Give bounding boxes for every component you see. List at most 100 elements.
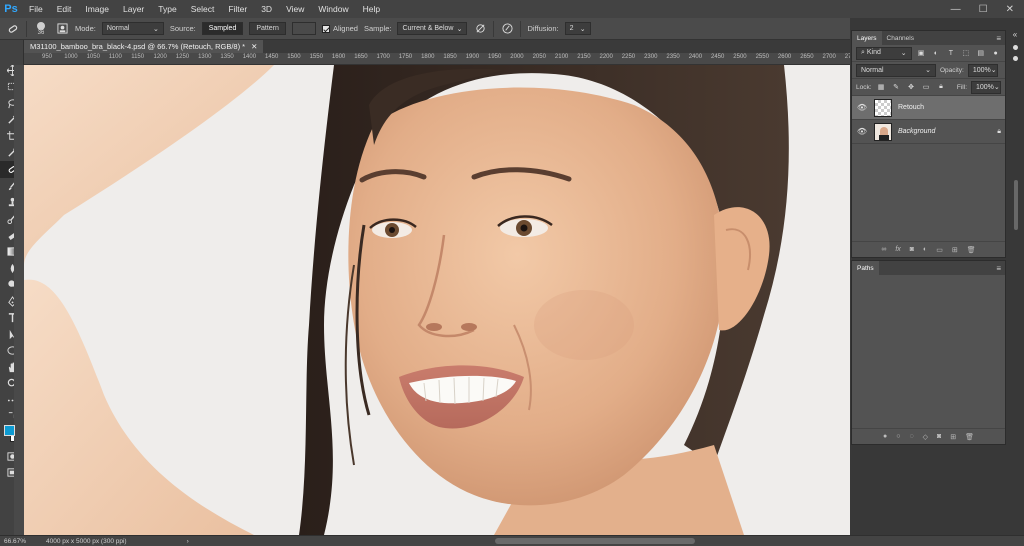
- layer-row-background[interactable]: 👁︎ Background 🔒︎: [852, 120, 1005, 144]
- menu-edit[interactable]: Edit: [50, 4, 79, 14]
- tab-paths[interactable]: Paths: [852, 261, 879, 275]
- link-layers-icon[interactable]: ∞: [881, 246, 886, 253]
- add-mask-icon[interactable]: ◙: [910, 246, 914, 253]
- blend-mode-value: Normal: [861, 66, 884, 74]
- menu-select[interactable]: Select: [184, 4, 222, 14]
- aligned-checkbox[interactable]: Aligned: [321, 24, 358, 33]
- status-arrow-icon[interactable]: ›: [127, 538, 189, 545]
- ignore-adjustment-layers-icon[interactable]: [473, 22, 487, 36]
- load-selection-icon[interactable]: ◌: [909, 433, 913, 440]
- layer-filter-row: ⌕ Kind ⌄ ▣ ◐ T ⬚ ▤ ●: [852, 45, 1005, 62]
- visibility-eye-icon[interactable]: 👁︎: [856, 126, 868, 138]
- menu-view[interactable]: View: [279, 4, 311, 14]
- menu-window[interactable]: Window: [311, 4, 355, 14]
- tab-layers[interactable]: Layers: [852, 31, 882, 45]
- lock-artboard-icon[interactable]: ▭: [921, 82, 932, 93]
- chevron-down-icon: ⌄: [993, 84, 1000, 91]
- panel-menu-icon[interactable]: ≡: [996, 264, 1005, 273]
- chevron-down-icon: ⌄: [456, 25, 463, 33]
- ruler-tick-label: 1100: [108, 54, 122, 60]
- kind-filter-dropdown[interactable]: ⌕ Kind ⌄: [856, 46, 912, 60]
- diffusion-dropdown[interactable]: 2 ⌄: [564, 22, 591, 35]
- close-window-button[interactable]: ✕: [1006, 4, 1014, 15]
- checkbox-checked-icon: [321, 24, 330, 33]
- document-canvas[interactable]: [24, 65, 850, 535]
- divider: [493, 20, 495, 37]
- visibility-eye-icon[interactable]: 👁︎: [856, 102, 868, 114]
- panel-menu-icon[interactable]: ≡: [996, 34, 1005, 43]
- lock-transparency-icon[interactable]: ▦: [876, 82, 887, 93]
- new-group-icon[interactable]: ▭: [936, 246, 943, 254]
- brush-size-picker[interactable]: 36: [33, 21, 49, 36]
- layer-style-icon[interactable]: fx: [895, 246, 900, 253]
- make-work-path-icon[interactable]: ◇: [923, 433, 928, 441]
- layer-thumbnail: [874, 122, 892, 141]
- document-title: M31100_bamboo_bra_black-4.psd @ 66.7% (R…: [30, 42, 246, 51]
- pixel-filter-icon[interactable]: ▣: [916, 48, 927, 59]
- ruler-tick-label: 2000: [510, 54, 524, 60]
- new-path-icon[interactable]: ⊞: [950, 433, 956, 441]
- panel-dot-icon[interactable]: [1012, 45, 1018, 50]
- chevron-down-icon: ⌄: [152, 25, 159, 33]
- shape-filter-icon[interactable]: ⬚: [960, 48, 971, 59]
- ruler-tick-label: 1350: [220, 54, 234, 60]
- minimize-button[interactable]: —: [951, 4, 961, 15]
- stroke-path-icon[interactable]: ○: [896, 433, 900, 440]
- mode-dropdown[interactable]: Normal ⌄: [101, 22, 164, 35]
- add-mask-icon[interactable]: ◙: [937, 433, 941, 440]
- menu-help[interactable]: Help: [356, 4, 387, 14]
- pressure-size-icon[interactable]: [500, 22, 514, 36]
- pattern-picker[interactable]: [291, 22, 316, 35]
- source-pattern-button[interactable]: Pattern: [249, 22, 286, 35]
- ruler-tick-label: 2500: [733, 54, 747, 60]
- adjustment-layer-icon[interactable]: ◐: [923, 246, 927, 253]
- photoshop-logo: Ps: [4, 3, 18, 15]
- blend-mode-dropdown[interactable]: Normal ⌄: [856, 63, 936, 77]
- fill-input[interactable]: 100% ⌄: [971, 80, 1001, 94]
- smart-object-filter-icon[interactable]: ▤: [975, 48, 986, 59]
- delete-path-icon[interactable]: 🗑︎: [965, 433, 974, 441]
- menu-3d[interactable]: 3D: [254, 4, 279, 14]
- lock-pixels-icon[interactable]: ✎: [891, 82, 902, 93]
- layers-panel-tabs: Layers Channels ≡: [852, 31, 1005, 45]
- zoom-level[interactable]: 66.67%: [0, 538, 40, 545]
- ruler-tick-label: 2600: [777, 54, 792, 60]
- menu-file[interactable]: File: [22, 4, 50, 14]
- lock-label: Lock:: [856, 83, 872, 91]
- collapse-arrow-icon[interactable]: «: [1013, 30, 1017, 39]
- delete-layer-icon[interactable]: 🗑︎: [967, 246, 976, 254]
- sample-dropdown[interactable]: Current & Below ⌄: [397, 22, 468, 35]
- healing-brush-preset-icon[interactable]: [6, 22, 20, 36]
- lock-position-icon[interactable]: ✥: [906, 82, 917, 93]
- divider: [520, 20, 522, 37]
- ruler-tick-label: 2700: [822, 54, 836, 60]
- menu-type[interactable]: Type: [151, 4, 183, 14]
- fill-path-icon[interactable]: ●: [883, 433, 887, 440]
- lock-all-icon[interactable]: 🔒︎: [936, 82, 947, 93]
- chevron-down-icon: ⌄: [925, 67, 931, 74]
- panel-dot-icon[interactable]: [1012, 56, 1018, 61]
- adjustment-filter-icon[interactable]: ◐: [931, 48, 942, 59]
- dock-scrollbar[interactable]: [1014, 180, 1018, 230]
- ruler-tick-label: 1500: [287, 54, 301, 60]
- document-tab[interactable]: M31100_bamboo_bra_black-4.psd @ 66.7% (R…: [24, 40, 264, 53]
- brush-settings-icon[interactable]: [55, 22, 69, 36]
- new-layer-icon[interactable]: ⊞: [952, 246, 958, 254]
- diffusion-value: 2: [569, 25, 574, 32]
- tab-channels[interactable]: Channels: [882, 31, 919, 45]
- restore-button[interactable]: ☐: [979, 4, 988, 15]
- menu-layer[interactable]: Layer: [116, 4, 151, 14]
- menu-image[interactable]: Image: [78, 4, 116, 14]
- source-label: Source:: [169, 24, 196, 33]
- type-filter-icon[interactable]: T: [945, 48, 956, 59]
- foreground-color-swatch[interactable]: [4, 425, 15, 436]
- opacity-input[interactable]: 100% ⌄: [967, 63, 998, 77]
- diffusion-label: Diffusion:: [527, 24, 559, 33]
- close-tab-icon[interactable]: ✕: [251, 42, 257, 51]
- horizontal-scrollbar[interactable]: [495, 538, 695, 544]
- filter-toggle-icon[interactable]: ●: [990, 48, 1001, 59]
- horizontal-ruler: 950 1000 1050 1100 1150 1200 1250 1300 1350 1400 1…: [24, 53, 850, 65]
- source-sampled-button[interactable]: Sampled: [201, 22, 244, 35]
- layer-row-retouch[interactable]: 👁︎ Retouch: [852, 96, 1005, 120]
- menu-filter[interactable]: Filter: [221, 4, 254, 14]
